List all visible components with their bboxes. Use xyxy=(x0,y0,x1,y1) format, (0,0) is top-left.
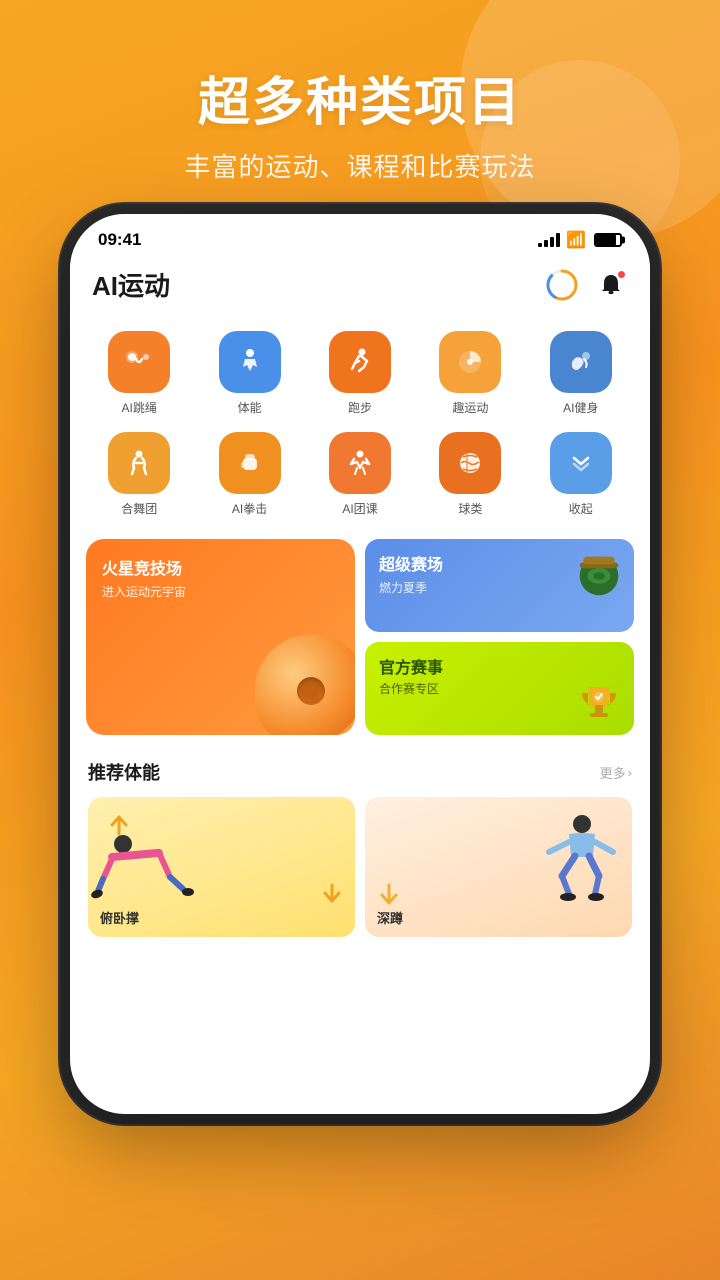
banner-left-subtitle: 进入运动元宇宙 xyxy=(102,583,339,600)
bell-icon[interactable] xyxy=(594,268,628,302)
category-ai-gym[interactable]: AI健身 xyxy=(528,325,634,422)
category-boxing[interactable]: AI拳击 xyxy=(196,426,302,523)
running-icon xyxy=(329,331,391,393)
category-ai-class[interactable]: AI团课 xyxy=(307,426,413,523)
collapse-label: 收起 xyxy=(569,500,593,517)
fun-sports-label: 趣运动 xyxy=(452,399,488,416)
squat-figure xyxy=(537,814,627,909)
phone-mockup: 09:41 📶 AI运动 xyxy=(70,214,650,1114)
trophy-icon xyxy=(572,677,626,731)
banner-bottom-title: 官方赛事 xyxy=(379,654,620,678)
category-jump-rope[interactable]: AI跳绳 xyxy=(86,325,192,422)
exercise-cards: 俯卧撑 xyxy=(88,797,632,937)
arrow-down-icon xyxy=(319,881,345,907)
status-bar: 09:41 📶 xyxy=(70,214,650,258)
ai-class-label: AI团课 xyxy=(342,500,377,517)
signal-icon xyxy=(538,233,560,247)
category-grid: AI跳绳 体能 跑 xyxy=(70,315,650,527)
hero-title: 超多种类项目 xyxy=(40,60,680,135)
progress-ring-icon[interactable] xyxy=(544,267,580,303)
wifi-icon: 📶 xyxy=(566,230,586,250)
status-icons: 📶 xyxy=(538,230,622,250)
dance-icon xyxy=(108,432,170,494)
ai-class-icon xyxy=(329,432,391,494)
arrow-down-squat-icon xyxy=(375,881,403,909)
boxing-label: AI拳击 xyxy=(232,500,267,517)
dance-label: 合舞团 xyxy=(121,500,157,517)
ball-icon xyxy=(439,432,501,494)
recommended-section: 推荐体能 更多 › xyxy=(70,747,650,945)
status-time: 09:41 xyxy=(98,230,141,250)
category-fun-sports[interactable]: 趣运动 xyxy=(417,325,523,422)
banner-section: 火星竞技场 进入运动元宇宙 超级赛场 燃力夏季 xyxy=(70,527,650,747)
app-title: AI运动 xyxy=(92,266,170,303)
category-running[interactable]: 跑步 xyxy=(307,325,413,422)
mars-blob-decoration xyxy=(255,635,355,735)
fitness-label: 体能 xyxy=(238,399,262,416)
more-button[interactable]: 更多 › xyxy=(600,763,632,782)
banner-right-column: 超级赛场 燃力夏季 官方赛事 合作赛专区 xyxy=(365,539,634,735)
banner-mars-arena[interactable]: 火星竞技场 进入运动元宇宙 xyxy=(86,539,355,735)
collapse-icon xyxy=(550,432,612,494)
battery-icon xyxy=(594,233,622,247)
boxing-icon xyxy=(219,432,281,494)
exercise-card-squat[interactable]: 深蹲 xyxy=(365,797,632,937)
fun-sports-icon xyxy=(439,331,501,393)
pushup-figure xyxy=(88,829,218,909)
banner-left-title: 火星竞技场 xyxy=(102,555,339,579)
header-icons xyxy=(544,267,628,303)
app-header: AI运动 xyxy=(70,258,650,315)
category-fitness[interactable]: 体能 xyxy=(196,325,302,422)
stadium-icon xyxy=(570,545,628,603)
banner-official-race[interactable]: 官方赛事 合作赛专区 xyxy=(365,642,634,735)
squat-title: 深蹲 xyxy=(377,908,403,927)
pushup-title: 俯卧撑 xyxy=(100,908,139,927)
category-collapse[interactable]: 收起 xyxy=(528,426,634,523)
fitness-icon xyxy=(219,331,281,393)
ai-gym-icon xyxy=(550,331,612,393)
banner-super-arena[interactable]: 超级赛场 燃力夏季 xyxy=(365,539,634,632)
section-header: 推荐体能 更多 › xyxy=(88,759,632,785)
section-title: 推荐体能 xyxy=(88,759,160,785)
exercise-card-pushup[interactable]: 俯卧撑 xyxy=(88,797,355,937)
ball-label: 球类 xyxy=(458,500,482,517)
ai-gym-label: AI健身 xyxy=(563,399,598,416)
running-label: 跑步 xyxy=(348,399,372,416)
jump-rope-label: AI跳绳 xyxy=(122,399,157,416)
category-ball[interactable]: 球类 xyxy=(417,426,523,523)
category-dance[interactable]: 合舞团 xyxy=(86,426,192,523)
jump-rope-icon xyxy=(108,331,170,393)
notification-dot xyxy=(617,270,626,279)
hero-subtitle: 丰富的运动、课程和比赛玩法 xyxy=(40,147,680,184)
